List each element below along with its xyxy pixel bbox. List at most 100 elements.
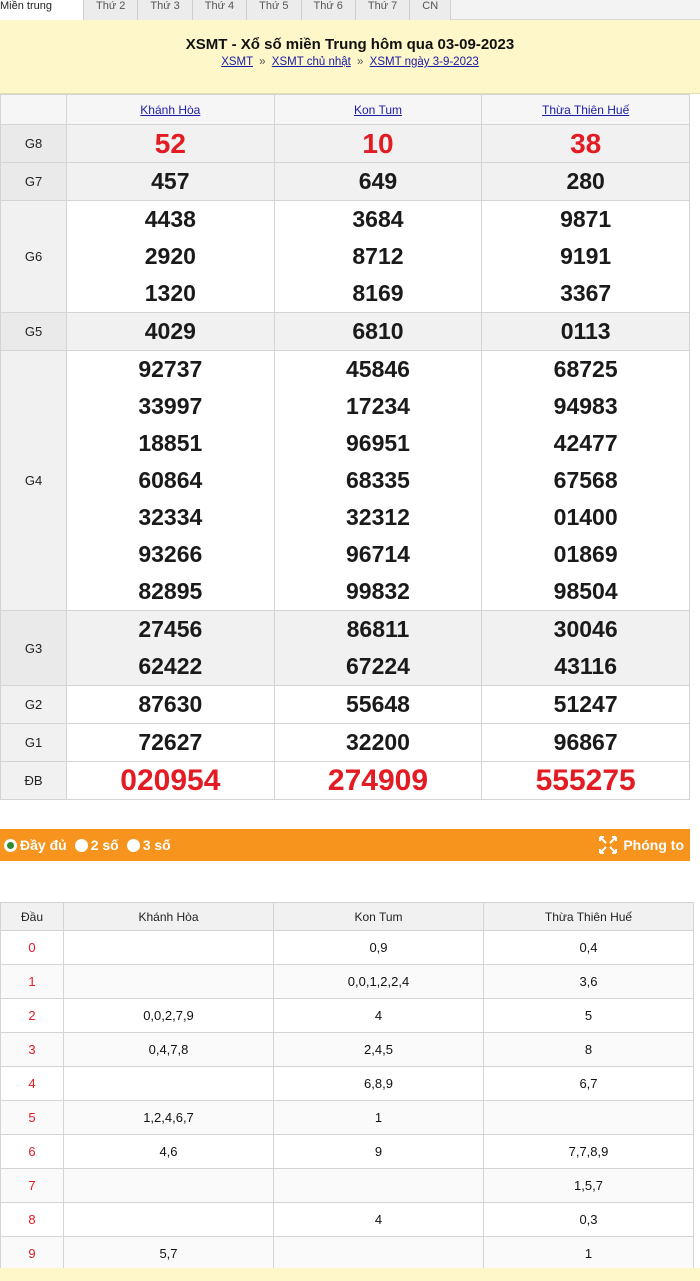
prize-label: G7	[0, 162, 67, 201]
prize-cell: 280	[481, 162, 690, 201]
prize-number: 55648	[346, 691, 410, 717]
prize-cell: 555275	[481, 761, 690, 800]
prize-number: 555275	[535, 764, 636, 797]
loto-table: Đầu Khánh Hòa Kon Tum Thừa Thiên Huế 0 0,…	[0, 902, 694, 1271]
loto-tail-cell: 0,0,2,7,9	[63, 998, 274, 1033]
option-full[interactable]: Đầy đủ	[4, 837, 67, 853]
prize-row: G5 4029 6810 0113	[0, 312, 690, 351]
radio-three-icon	[126, 838, 140, 852]
loto-row: 9 5,7 1	[0, 1236, 694, 1271]
loto-tail-cell: 1,2,4,6,7	[63, 1100, 274, 1135]
tab-thu-4[interactable]: Thứ 4	[192, 0, 248, 20]
loto-province-header: Thừa Thiên Huế	[483, 902, 694, 931]
breadcrumb-xsmt-date[interactable]: XSMT ngày 3-9-2023	[370, 56, 479, 68]
prize-number: 96867	[553, 729, 618, 755]
loto-tail-cell: 9	[273, 1134, 484, 1169]
prize-cell: 9871 9191 3367	[481, 200, 690, 313]
prize-cell: 10	[273, 124, 483, 163]
prize-cell: 68725 94983 42477 67568 01400 01869 98504	[481, 350, 690, 611]
loto-row: 0 0,9 0,4	[0, 930, 694, 965]
prize-cell: 0113	[481, 312, 690, 351]
province-link-thua-thien-hue[interactable]: Thừa Thiên Huế	[542, 103, 629, 117]
loto-head-digit: 9	[0, 1236, 64, 1271]
tab-thu-2[interactable]: Thứ 2	[84, 0, 139, 20]
province-header: Khánh Hòa	[66, 94, 275, 125]
loto-tail-cell: 4	[273, 998, 484, 1033]
loto-head-digit: 8	[0, 1202, 64, 1237]
tab-thu-3[interactable]: Thứ 3	[138, 0, 193, 20]
breadcrumb-xsmt[interactable]: XSMT	[221, 56, 253, 68]
option-two-digits[interactable]: 2 số	[74, 837, 119, 853]
tab-mien-trung[interactable]: Miền trung	[0, 0, 84, 20]
loto-tail-cell: 7,7,8,9	[483, 1134, 694, 1169]
prize-number: 32200	[346, 729, 410, 755]
prize-number: 6810	[352, 318, 404, 344]
breadcrumb-xsmt-chu-nhat[interactable]: XSMT chủ nhật	[272, 56, 351, 68]
tab-cn[interactable]: CN	[410, 0, 452, 20]
prize-number: 8169	[352, 280, 404, 306]
tab-thu-7[interactable]: Thứ 7	[355, 0, 411, 20]
loto-tail-cell: 8	[483, 1032, 694, 1067]
loto-head-digit: 7	[0, 1168, 64, 1203]
loto-head-digit: 6	[0, 1134, 64, 1169]
prize-label: G8	[0, 124, 67, 163]
result-header: XSMT - Xổ số miền Trung hôm qua 03-09-20…	[0, 20, 700, 94]
zoom-button[interactable]: Phóng to	[598, 835, 684, 855]
prize-cell: 38	[481, 124, 690, 163]
loto-row: 2 0,0,2,7,9 4 5	[0, 998, 694, 1033]
prize-cell: 457	[66, 162, 275, 201]
radio-full-icon	[4, 838, 17, 852]
loto-tail-cell: 1	[483, 1236, 694, 1271]
tab-thu-6[interactable]: Thứ 6	[301, 0, 356, 20]
loto-tail-cell	[63, 1066, 274, 1101]
prize-number: 82895	[138, 578, 203, 604]
prize-number: 274909	[327, 764, 429, 797]
option-three-digits[interactable]: 3 số	[126, 837, 171, 853]
prize-row: G1 72627 32200 96867	[0, 723, 690, 762]
prize-number: 96951	[346, 430, 410, 456]
prize-label: G3	[0, 610, 67, 686]
loto-tail-cell: 1,5,7	[483, 1168, 694, 1203]
loto-tail-cell: 5,7	[63, 1236, 274, 1271]
loto-tail-cell	[63, 1168, 274, 1203]
prize-number: 4438	[144, 206, 196, 232]
prize-cell: 020954	[66, 761, 275, 800]
tab-thu-5[interactable]: Thứ 5	[247, 0, 302, 20]
loto-head-digit: 3	[0, 1032, 64, 1067]
prize-row: G3 27456 62422 86811 67224 30046 43116	[0, 610, 690, 686]
prize-cell: 4029	[66, 312, 275, 351]
prize-number: 32312	[346, 504, 410, 530]
loto-head-digit: 2	[0, 998, 64, 1033]
loto-tail-cell: 0,4,7,8	[63, 1032, 274, 1067]
loto-tail-cell	[273, 1236, 484, 1271]
province-link-khanh-hoa[interactable]: Khánh Hòa	[140, 103, 200, 117]
prize-number: 98504	[553, 578, 618, 604]
prize-cell: 51247	[481, 685, 690, 724]
prize-label: G1	[0, 723, 67, 762]
prize-number: 30046	[553, 616, 618, 642]
prize-cell: 96867	[481, 723, 690, 762]
province-header: Thừa Thiên Huế	[481, 94, 690, 125]
prize-number: 17234	[346, 393, 410, 419]
prize-number: 72627	[138, 729, 203, 755]
province-link-kon-tum[interactable]: Kon Tum	[354, 103, 402, 117]
footer-strip	[0, 1268, 700, 1281]
prize-number: 01869	[553, 541, 618, 567]
prize-label: ĐB	[0, 761, 67, 800]
loto-province-header: Khánh Hòa	[63, 902, 274, 931]
loto-tail-cell: 4	[273, 1202, 484, 1237]
loto-head-digit: 0	[0, 930, 64, 965]
prize-cell: 45846 17234 96951 68335 32312 96714 99832	[273, 350, 483, 611]
prize-cell: 87630	[66, 685, 275, 724]
loto-tail-cell: 3,6	[483, 964, 694, 999]
prize-number: 67224	[346, 653, 410, 679]
loto-row: 7 1,5,7	[0, 1168, 694, 1203]
loto-tail-cell: 6,8,9	[273, 1066, 484, 1101]
prize-number: 9191	[560, 243, 612, 269]
option-two-label: 2 số	[90, 837, 119, 853]
prize-cell: 32200	[273, 723, 483, 762]
prize-cell: 92737 33997 18851 60864 32334 93266 82895	[66, 350, 275, 611]
loto-tail-cell	[63, 964, 274, 999]
prize-number: 93266	[138, 541, 203, 567]
prize-label: G5	[0, 312, 67, 351]
